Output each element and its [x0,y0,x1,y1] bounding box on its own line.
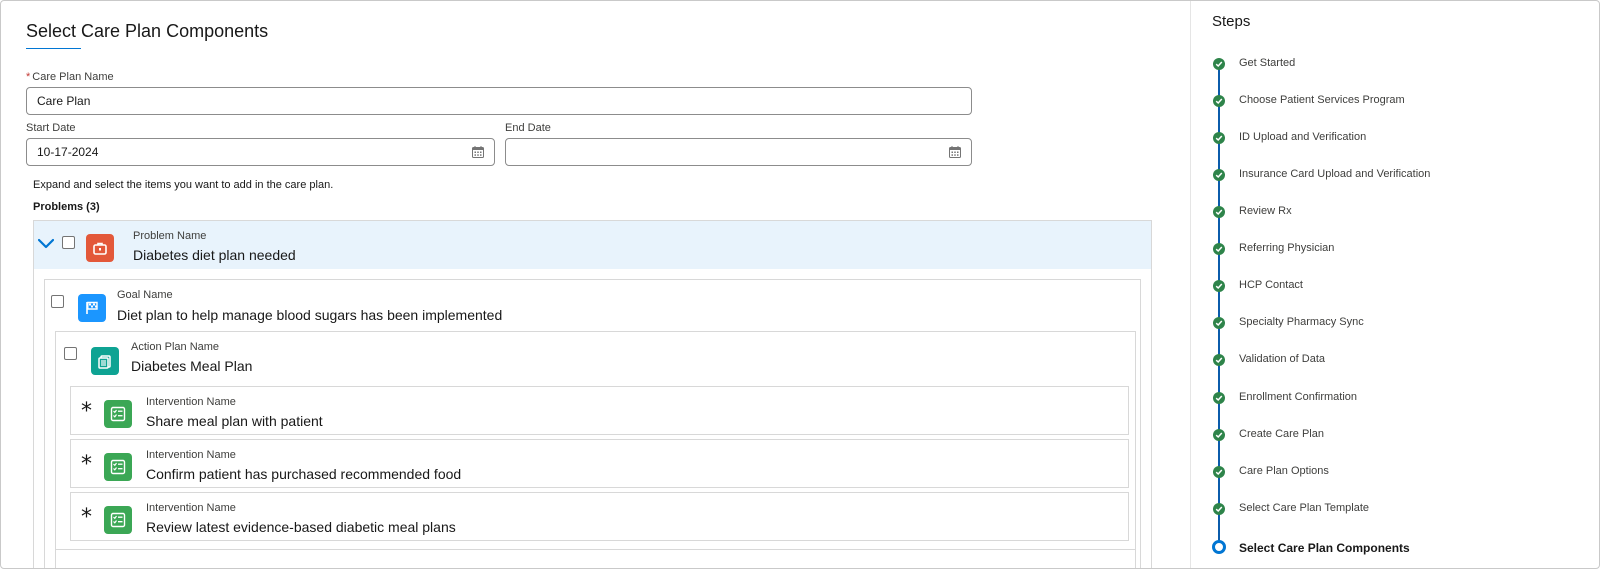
check-icon [1213,206,1225,218]
checklist-icon [104,400,132,428]
end-date-label: End Date [505,122,551,134]
check-icon [1213,429,1225,441]
clipboard-icon [91,347,119,375]
step-item[interactable]: Create Care Plan [1192,426,1599,446]
instruction-text: Expand and select the items you want to … [33,179,334,191]
step-item[interactable]: Review Rx [1192,203,1599,223]
check-icon [1213,132,1225,144]
care-plan-name-label-text: Care Plan Name [32,71,114,83]
start-date-label: Start Date [26,122,76,134]
next-card-edge [56,549,1135,568]
goal-card: Goal Name Diet plan to help manage blood… [44,279,1141,568]
step-label: Select Care Plan Template [1239,502,1370,514]
intervention-name-value: Share meal plan with patient [146,413,323,429]
step-item[interactable]: Validation of Data [1192,351,1599,371]
page-title: Select Care Plan Components [26,21,269,41]
check-icon [1213,354,1225,366]
action-plan-name-value: Diabetes Meal Plan [131,358,253,374]
checklist-icon [104,506,132,534]
title-underline [26,48,81,49]
calendar-icon[interactable] [472,146,484,158]
intervention-card: * Intervention Name Share meal plan with… [70,386,1129,435]
step-item[interactable]: Enrollment Confirmation [1192,389,1599,409]
step-label: Select Care Plan Components [1239,541,1410,555]
required-marker: * [81,505,92,530]
goal-name-label: Goal Name [117,289,173,301]
briefcase-icon [86,234,114,262]
checklist-icon [104,453,132,481]
required-marker: * [81,452,92,477]
check-icon [1213,317,1225,329]
intervention-name-label: Intervention Name [146,449,236,461]
check-icon [1213,243,1225,255]
start-date-input[interactable]: 10-17-2024 [26,138,495,166]
step-item[interactable]: Referring Physician [1192,240,1599,260]
step-label: Specialty Pharmacy Sync [1239,316,1364,328]
step-item-current[interactable]: Select Care Plan Components [1192,538,1599,558]
care-plan-name-input[interactable]: Care Plan [26,87,972,115]
check-icon [1213,58,1225,70]
step-item[interactable]: Specialty Pharmacy Sync [1192,314,1599,334]
intervention-name-label: Intervention Name [146,396,236,408]
required-mark: * [26,71,31,83]
required-marker: * [81,399,92,424]
check-icon [1213,466,1225,478]
flag-icon [78,294,106,322]
step-label: Referring Physician [1239,242,1335,254]
end-date-input[interactable] [505,138,972,166]
action-plan-checkbox[interactable] [64,347,77,360]
step-item[interactable]: Insurance Card Upload and Verification [1192,166,1599,186]
problem-name-value: Diabetes diet plan needed [133,247,296,263]
step-item[interactable]: Select Care Plan Template [1192,500,1599,520]
goal-name-value: Diet plan to help manage blood sugars ha… [117,307,503,323]
check-icon [1213,280,1225,292]
step-item[interactable]: Choose Patient Services Program [1192,92,1599,112]
intervention-name-value: Review latest evidence-based diabetic me… [146,519,456,535]
step-label: HCP Contact [1239,279,1303,291]
check-icon [1213,503,1225,515]
action-plan-card: Action Plan Name Diabetes Meal Plan * In… [55,331,1136,568]
calendar-icon[interactable] [949,146,961,158]
step-item[interactable]: Get Started [1192,55,1599,75]
step-label: Insurance Card Upload and Verification [1239,168,1431,180]
check-icon [1213,392,1225,404]
step-label: Review Rx [1239,205,1292,217]
step-item[interactable]: ID Upload and Verification [1192,129,1599,149]
check-icon [1213,95,1225,107]
step-label: Create Care Plan [1239,428,1324,440]
step-label: Care Plan Options [1239,465,1329,477]
step-label: Get Started [1239,57,1296,69]
step-label: ID Upload and Verification [1239,131,1367,143]
intervention-card: * Intervention Name Confirm patient has … [70,439,1129,488]
problems-heading: Problems (3) [33,201,100,213]
intervention-card: * Intervention Name Review latest eviden… [70,492,1129,541]
current-step-indicator [1212,540,1226,554]
step-item[interactable]: HCP Contact [1192,277,1599,297]
app-frame: Select Care Plan Components * Care Plan N… [0,0,1600,569]
action-plan-name-label: Action Plan Name [131,341,220,353]
care-plan-name-label: * Care Plan Name [26,71,114,83]
problems-tree: Problem Name Diabetes diet plan needed G… [33,220,1152,568]
step-label: Choose Patient Services Program [1239,94,1405,106]
intervention-name-label: Intervention Name [146,502,236,514]
start-date-value: 10-17-2024 [37,145,99,159]
steps-panel: Steps Get Started Choose Patient Service… [1192,1,1599,568]
goal-checkbox[interactable] [51,295,64,308]
problem-row[interactable]: Problem Name Diabetes diet plan needed [34,221,1151,269]
problem-name-label: Problem Name [133,230,207,242]
step-label: Enrollment Confirmation [1239,391,1357,403]
problem-checkbox[interactable] [62,236,75,249]
chevron-down-icon[interactable] [38,235,54,251]
check-icon [1213,169,1225,181]
main-panel: Select Care Plan Components * Care Plan N… [1,1,1191,568]
step-label: Validation of Data [1239,353,1326,365]
step-item[interactable]: Care Plan Options [1192,463,1599,483]
steps-title: Steps [1212,13,1251,30]
intervention-name-value: Confirm patient has purchased recommende… [146,466,462,482]
